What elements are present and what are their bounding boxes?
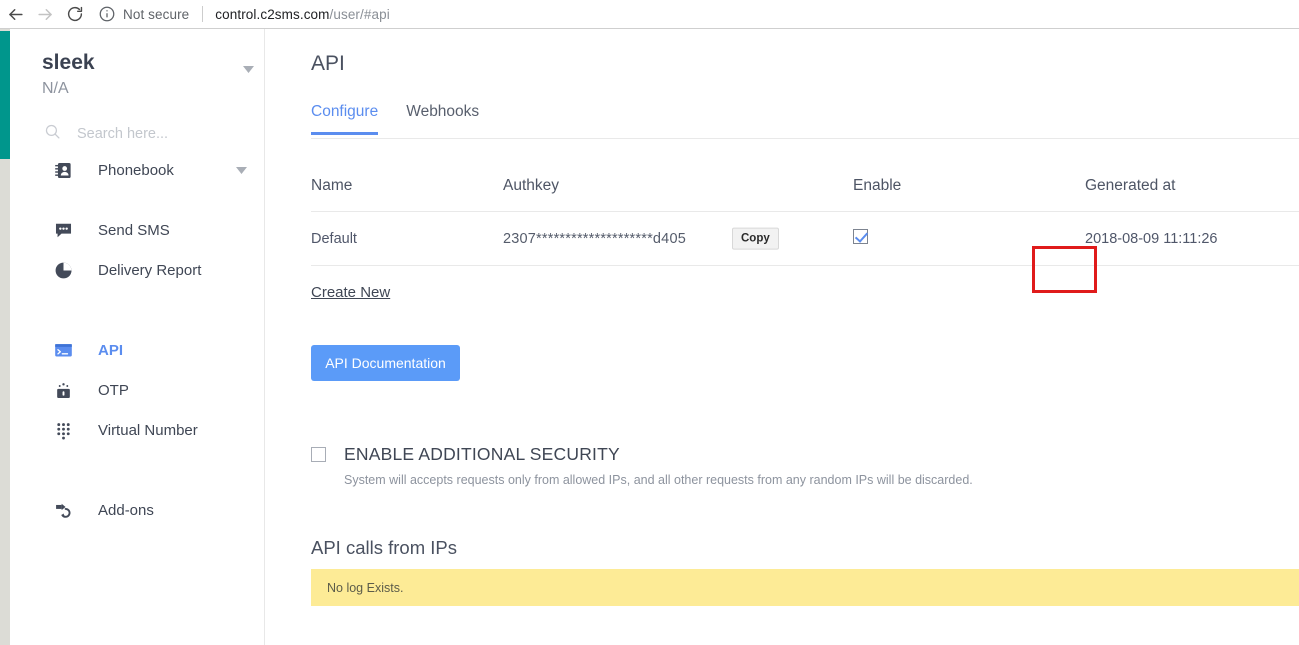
sidebar-item-add-ons[interactable]: Add-ons <box>20 493 265 527</box>
column-header-authkey: Authkey <box>503 177 560 194</box>
api-documentation-button[interactable]: API Documentation <box>311 345 460 381</box>
additional-security-label: ENABLE ADDITIONAL SECURITY <box>344 444 620 464</box>
column-header-name: Name <box>311 177 353 194</box>
search-icon <box>44 123 61 145</box>
reload-icon <box>66 5 84 23</box>
tab-webhooks[interactable]: Webhooks <box>406 103 479 132</box>
url-text[interactable]: control.c2sms.com/user/#api <box>215 7 390 22</box>
left-rail <box>0 29 10 645</box>
dialpad-icon <box>54 421 78 440</box>
not-secure-label: Not secure <box>123 6 190 22</box>
sidebar-item-virtual-number[interactable]: Virtual Number <box>20 413 265 447</box>
additional-security-description: System will accepts requests only from a… <box>344 473 973 487</box>
brand-name: sleek <box>42 51 95 74</box>
sidebar-search[interactable] <box>44 121 254 147</box>
reload-button[interactable] <box>60 0 90 29</box>
pie-chart-icon <box>54 261 78 280</box>
copy-button[interactable]: Copy <box>732 227 779 250</box>
page-body: sleek N/A Search here... Phonebook Send … <box>0 29 1299 645</box>
puzzle-icon <box>54 501 78 520</box>
brand-accent-bar <box>0 31 10 159</box>
sidebar-item-send-sms[interactable]: Send SMS <box>20 213 265 247</box>
address-bar[interactable]: Not secure control.c2sms.com/user/#api <box>98 0 1299 29</box>
brand-selector[interactable]: sleek <box>42 52 254 78</box>
page-title: API <box>311 52 345 75</box>
search-input[interactable] <box>77 126 242 142</box>
sidebar: sleek N/A Search here... Phonebook Send … <box>10 29 265 645</box>
table-header-row: Name Authkey Enable Generated at <box>311 161 1299 212</box>
sidebar-item-api[interactable]: API <box>20 333 265 367</box>
back-button[interactable] <box>0 0 30 29</box>
cell-authkey: 2307********************d405 Copy <box>503 227 853 250</box>
chevron-down-icon[interactable] <box>236 161 247 179</box>
column-header-generated-at: Generated at <box>1085 177 1176 194</box>
column-header-enable: Enable <box>853 177 902 194</box>
table-row: Default 2307********************d405 Cop… <box>311 212 1299 266</box>
sidebar-item-label: API <box>98 341 124 359</box>
create-new-link[interactable]: Create New <box>311 284 390 301</box>
api-keys-table: Name Authkey Enable Generated at Default… <box>311 161 1299 293</box>
sidebar-item-otp[interactable]: OTP <box>20 373 265 407</box>
sidebar-item-delivery-report[interactable]: Delivery Report <box>20 253 265 287</box>
tab-configure[interactable]: Configure <box>311 103 379 135</box>
browser-toolbar: Not secure control.c2sms.com/user/#api <box>0 0 1299 29</box>
brand-subtitle: N/A <box>42 80 69 97</box>
ip-calls-title: API calls from IPs <box>311 537 457 558</box>
authkey-value: 2307********************d405 <box>503 230 686 247</box>
chat-bubble-icon <box>54 221 78 240</box>
terminal-icon <box>54 341 78 360</box>
sidebar-item-label: OTP <box>98 381 129 399</box>
sidebar-item-label: Send SMS <box>98 221 170 239</box>
sidebar-item-phonebook[interactable]: Phonebook <box>20 153 265 187</box>
sidebar-item-label: Phonebook <box>98 161 174 179</box>
additional-security-row: ENABLE ADDITIONAL SECURITY <box>311 444 620 465</box>
cell-name: Default <box>311 230 357 247</box>
ip-calls-banner-text: No log Exists. <box>327 580 404 595</box>
back-arrow-icon <box>6 5 25 24</box>
forward-arrow-icon <box>36 5 55 24</box>
chevron-down-icon[interactable] <box>243 60 254 78</box>
url-path: /user/#api <box>329 6 390 22</box>
cell-enable <box>853 228 1085 249</box>
url-host: control.c2sms.com <box>215 6 330 22</box>
tab-bar: Configure Webhooks <box>311 103 1299 139</box>
lock-icon <box>54 381 78 400</box>
info-circle-icon[interactable] <box>98 5 116 23</box>
sidebar-item-label: Add-ons <box>98 501 154 519</box>
sidebar-item-label: Delivery Report <box>98 261 202 279</box>
ip-calls-banner: No log Exists. <box>311 569 1299 606</box>
cell-generated-at: 2018-08-09 11:11:26 <box>1085 230 1218 247</box>
sidebar-item-label: Virtual Number <box>98 421 198 439</box>
forward-button[interactable] <box>30 0 60 29</box>
enable-checkbox[interactable] <box>853 228 868 244</box>
additional-security-checkbox[interactable] <box>311 447 326 462</box>
contact-book-icon <box>54 161 78 180</box>
omnibox-divider <box>202 6 204 22</box>
main-content: API Configure Webhooks Name Authkey Enab… <box>266 29 1299 645</box>
